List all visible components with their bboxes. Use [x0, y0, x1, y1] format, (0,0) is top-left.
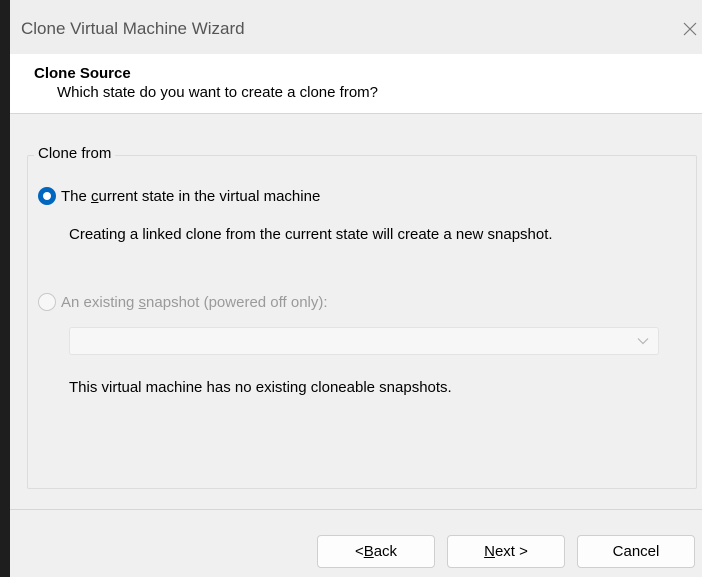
radio-existing-snapshot[interactable]: An existing snapshot (powered off only): [38, 293, 328, 311]
radio-existing-snapshot-indicator[interactable] [38, 293, 56, 311]
radio-current-state-label: The current state in the virtual machine [61, 187, 321, 205]
close-button[interactable] [678, 12, 702, 46]
window-title: Clone Virtual Machine Wizard [21, 19, 245, 38]
next-button[interactable]: Next > [447, 535, 565, 568]
page-title: Clone Source [34, 65, 131, 82]
group-legend: Clone from [34, 145, 116, 162]
radio-current-state-indicator[interactable] [38, 187, 56, 205]
title-bar: Clone Virtual Machine Wizard [10, 0, 702, 54]
button-bar: < Back Next > Cancel [10, 510, 702, 577]
page-subtitle: Which state do you want to create a clon… [57, 84, 378, 101]
wizard-header: Clone Source Which state do you want to … [10, 54, 702, 114]
wizard-window: Clone Virtual Machine Wizard Clone Sourc… [10, 0, 702, 577]
chevron-down-icon [637, 338, 649, 345]
cancel-button[interactable]: Cancel [577, 535, 695, 568]
snapshot-dropdown[interactable] [69, 327, 659, 355]
radio-current-state[interactable]: The current state in the virtual machine [38, 187, 320, 205]
clone-from-group: Clone from The current state in the virt… [27, 145, 697, 489]
no-snapshots-note: This virtual machine has no existing clo… [69, 379, 452, 396]
back-button[interactable]: < Back [317, 535, 435, 568]
radio-existing-snapshot-label: An existing snapshot (powered off only): [61, 293, 328, 311]
close-icon [683, 22, 697, 36]
current-state-description: Creating a linked clone from the current… [69, 226, 553, 243]
